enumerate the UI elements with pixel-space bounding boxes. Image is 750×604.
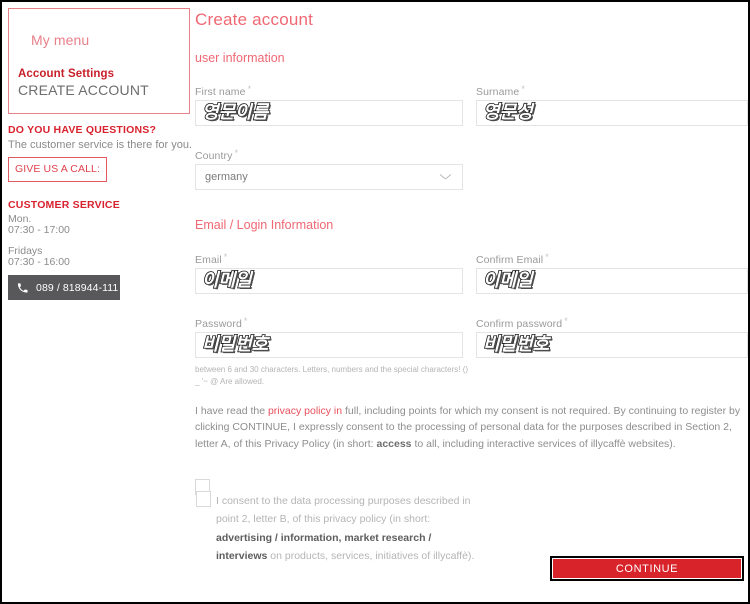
label-password: Password * xyxy=(195,316,248,330)
label-email: Email * xyxy=(195,252,228,266)
main-content: Create account user information First na… xyxy=(192,2,748,602)
confirm-email-input[interactable]: 이메일 xyxy=(476,268,748,294)
required-asterisk: * xyxy=(243,316,248,326)
section-heading-user-information: user information xyxy=(195,51,285,65)
customer-service-hours-1: 07:30 - 17:00 xyxy=(8,224,70,236)
customer-service-heading: CUSTOMER SERVICE xyxy=(8,199,120,211)
label-confirm-password-text: Confirm password xyxy=(476,318,563,330)
password-hint: between 6 and 30 characters. Letters, nu… xyxy=(195,365,469,386)
required-asterisk: * xyxy=(564,316,568,326)
questions-subtitle: The customer service is there for you. xyxy=(8,139,193,151)
confirm-email-value: 이메일 xyxy=(482,270,533,291)
create-account-page: My menu Account Settings CREATE ACCOUNT … xyxy=(0,0,750,604)
policy-part-1: I have read the xyxy=(195,405,268,417)
label-country: Country * xyxy=(195,148,239,162)
consent-part-2: on products, services, initiatives of il… xyxy=(267,550,475,563)
policy-part-3: to all, including interactive services o… xyxy=(411,437,676,450)
label-surname: Surname * xyxy=(476,84,525,98)
section-heading-email-login: Email / Login Information xyxy=(195,218,334,232)
required-asterisk: * xyxy=(521,84,525,94)
label-email-text: Email xyxy=(195,254,222,266)
first-name-value: 영문이름 xyxy=(201,102,269,123)
required-asterisk: * xyxy=(545,252,549,262)
continue-button[interactable]: CONTINUE xyxy=(553,559,741,578)
confirm-password-input[interactable]: 비밀번호 xyxy=(476,332,748,358)
sidebar-item-account-settings[interactable]: Account Settings xyxy=(18,68,114,80)
surname-value: 영문성 xyxy=(482,102,533,123)
my-menu-title: My menu xyxy=(31,32,90,48)
label-first-name: First name * xyxy=(195,84,252,98)
phone-number-label: 089 / 818944-111 xyxy=(36,281,119,294)
password-input[interactable]: 비밀번호 xyxy=(195,332,463,358)
sidebar-item-create-account[interactable]: CREATE ACCOUNT xyxy=(18,82,149,98)
email-input[interactable]: 이메일 xyxy=(195,268,463,294)
surname-input[interactable]: 영문성 xyxy=(476,100,748,126)
questions-heading: DO YOU HAVE QUESTIONS? xyxy=(8,124,157,136)
consent-label: I consent to the data processing purpose… xyxy=(216,492,478,566)
phone-icon xyxy=(17,282,28,294)
my-menu-box: My menu Account Settings CREATE ACCOUNT xyxy=(8,8,190,114)
required-asterisk: * xyxy=(234,148,239,158)
required-asterisk: * xyxy=(247,84,252,94)
label-confirm-password: Confirm password * xyxy=(476,316,568,330)
label-surname-text: Surname xyxy=(476,86,520,98)
page-title: Create account xyxy=(195,10,314,29)
privacy-policy-text: I have read the privacy policy in full, … xyxy=(195,403,748,452)
consent-checkbox[interactable] xyxy=(196,491,211,507)
label-country-text: Country xyxy=(195,150,233,162)
first-name-input[interactable]: 영문이름 xyxy=(195,100,463,126)
required-asterisk: * xyxy=(223,252,228,262)
email-value: 이메일 xyxy=(201,270,252,291)
phone-number-button[interactable]: 089 / 818944-111 xyxy=(8,275,120,300)
privacy-policy-link[interactable]: privacy policy in xyxy=(268,405,342,417)
sidebar: My menu Account Settings CREATE ACCOUNT … xyxy=(2,2,192,602)
continue-button-focus-ring[interactable]: CONTINUE xyxy=(550,556,744,581)
customer-service-hours-2: 07:30 - 16:00 xyxy=(8,256,70,268)
label-first-name-text: First name xyxy=(195,86,246,98)
country-select[interactable]: germany xyxy=(195,164,463,190)
policy-bold-access: access xyxy=(376,437,412,450)
chevron-down-icon xyxy=(440,174,451,181)
label-confirm-email: Confirm Email * xyxy=(476,252,549,266)
country-selected-value: germany xyxy=(205,171,248,183)
label-password-text: Password xyxy=(195,318,242,330)
give-us-a-call-button[interactable]: GIVE US A CALL: xyxy=(8,157,107,182)
label-confirm-email-text: Confirm Email xyxy=(476,254,544,266)
password-value: 비밀번호 xyxy=(201,334,269,355)
confirm-password-value: 비밀번호 xyxy=(482,334,550,355)
consent-part-1: I consent to the data processing purpose… xyxy=(216,495,471,526)
